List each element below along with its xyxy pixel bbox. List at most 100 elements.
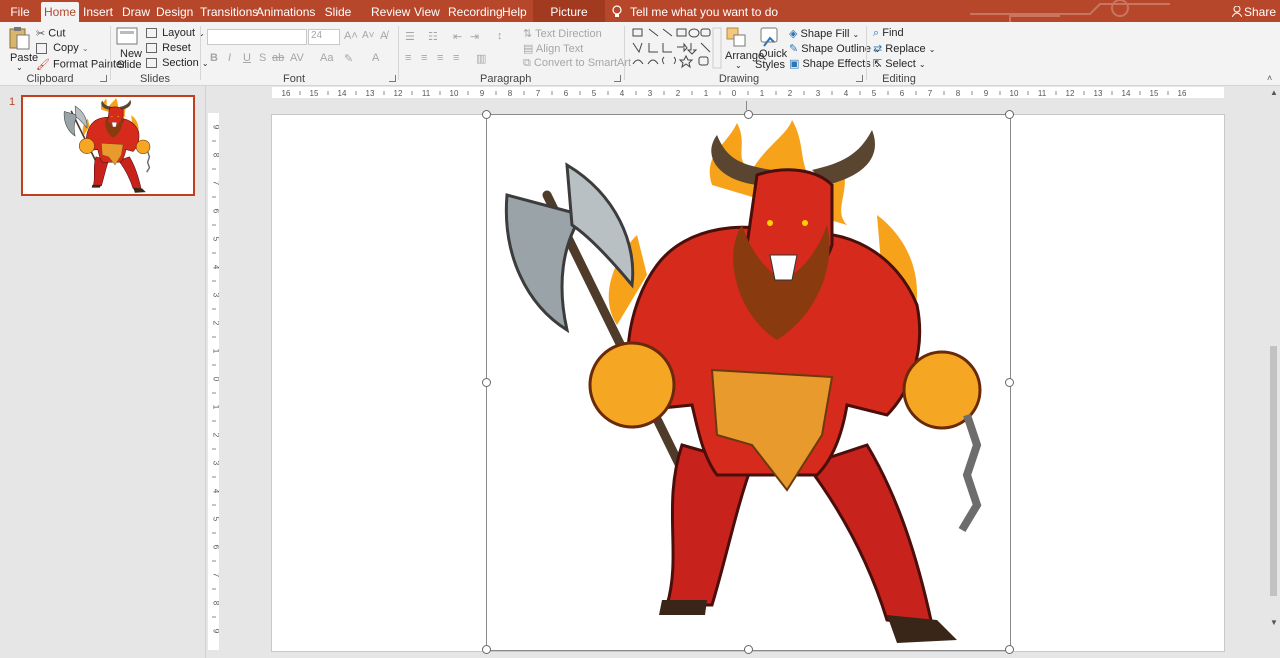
paragraph-group-label: Paragraph	[480, 73, 532, 85]
tab-review[interactable]: Review	[371, 0, 410, 22]
convert-smartart-button[interactable]: ⧉ Convert to SmartArt	[523, 57, 631, 70]
resize-handle-n[interactable]	[744, 110, 753, 119]
resize-handle-w[interactable]	[482, 378, 491, 387]
font-launcher-icon[interactable]	[389, 75, 396, 82]
line-spacing-icon[interactable]: ↕	[497, 30, 503, 42]
selected-picture[interactable]	[486, 114, 1011, 651]
tell-me-search[interactable]: Tell me what you want to do	[630, 0, 778, 22]
select-button[interactable]: ⇱ Select ⌄	[873, 57, 926, 70]
reset-label: Reset	[162, 42, 191, 54]
font-color-icon[interactable]: A	[372, 52, 379, 64]
justify-icon[interactable]: ≡	[453, 52, 459, 64]
tab-design[interactable]: Design	[156, 0, 193, 22]
shadow-button[interactable]: S	[259, 52, 266, 64]
align-text-button[interactable]: ▤ Align Text	[523, 42, 583, 55]
cut-button[interactable]: ✂ Cut	[36, 27, 65, 40]
tab-draw[interactable]: Draw	[122, 0, 150, 22]
font-name-combo[interactable]	[207, 29, 307, 45]
format-painter-label: Format Painter	[53, 58, 126, 71]
h-ruler-label: 4	[620, 89, 625, 98]
tab-help[interactable]: Help	[502, 0, 527, 22]
resize-handle-e[interactable]	[1005, 378, 1014, 387]
paste-button[interactable]: Paste ⌄	[8, 26, 38, 72]
tab-recording[interactable]: Recording	[448, 0, 503, 22]
tab-home[interactable]: Home	[41, 2, 79, 22]
ribbon-separator	[398, 26, 399, 80]
slide-thumbnail-1[interactable]	[21, 95, 195, 196]
align-right-icon[interactable]: ≡	[437, 52, 443, 64]
scrollbar-thumb[interactable]	[1270, 346, 1277, 596]
v-ruler-label: 3	[212, 461, 220, 466]
collapse-ribbon-icon[interactable]: ˄	[1267, 73, 1272, 83]
bold-button[interactable]: B	[210, 52, 218, 64]
columns-icon[interactable]: ▥	[476, 52, 486, 65]
increase-indent-icon[interactable]: ⇥	[470, 30, 479, 43]
h-ruler-label: 2	[676, 89, 681, 98]
tab-insert[interactable]: Insert	[83, 0, 113, 22]
find-button[interactable]: ⌕ Find	[873, 27, 904, 40]
font-size-combo[interactable]: 24	[308, 29, 340, 45]
change-case-icon[interactable]: Aa	[320, 52, 333, 64]
shape-fill-button[interactable]: ◈ Shape Fill ⌄	[789, 27, 859, 40]
share-button[interactable]: Share	[1244, 0, 1276, 22]
reset-button[interactable]: Reset	[146, 42, 191, 54]
replace-icon: ⇄	[873, 43, 883, 55]
v-ruler-label: 4	[212, 489, 220, 494]
shapes-gallery[interactable]	[631, 26, 723, 70]
h-ruler-label: 9	[984, 89, 989, 98]
paragraph-launcher-icon[interactable]	[614, 75, 621, 82]
h-ruler-label: 6	[900, 89, 905, 98]
quick-styles-button[interactable]: Quick Styles	[755, 26, 787, 72]
clear-formatting-icon[interactable]: A̸	[380, 30, 387, 42]
italic-button[interactable]: I	[228, 52, 231, 64]
resize-handle-se[interactable]	[1005, 645, 1014, 654]
resize-handle-ne[interactable]	[1005, 110, 1014, 119]
grow-font-icon[interactable]: A˄	[344, 30, 358, 42]
resize-handle-sw[interactable]	[482, 645, 491, 654]
strikethrough-icon[interactable]: ab	[272, 52, 284, 64]
v-ruler-label: 7	[212, 181, 220, 186]
v-ruler-label: 7	[212, 573, 220, 578]
h-ruler-label: 6	[564, 89, 569, 98]
h-ruler-label: 11	[422, 89, 431, 98]
drawing-group-label: Drawing	[718, 73, 760, 85]
new-slide-button[interactable]: New Slide	[116, 26, 142, 72]
rotate-handle-stem	[746, 101, 747, 110]
text-direction-button[interactable]: ⇅ Text Direction	[523, 27, 602, 40]
paste-dropdown-icon: ⌄	[16, 63, 23, 72]
arrange-button[interactable]: Arrange ⌄	[725, 26, 764, 72]
shrink-font-icon[interactable]: A˅	[362, 30, 375, 41]
h-ruler-label: 3	[648, 89, 653, 98]
scroll-up-icon[interactable]: ▲	[1270, 88, 1278, 97]
clipboard-launcher-icon[interactable]	[100, 75, 107, 82]
tab-animations[interactable]: Animations	[256, 0, 315, 22]
bullets-icon[interactable]: ☰	[405, 30, 415, 43]
tab-view[interactable]: View	[414, 0, 440, 22]
resize-handle-s[interactable]	[744, 645, 753, 654]
section-icon	[146, 58, 157, 69]
resize-handle-nw[interactable]	[482, 110, 491, 119]
shape-outline-button[interactable]: ✎ Shape Outline ⌄	[789, 42, 881, 55]
layout-button[interactable]: Layout ⌄	[146, 27, 205, 39]
align-center-icon[interactable]: ≡	[421, 52, 427, 64]
tab-slide-show[interactable]: Slide Show	[314, 0, 362, 22]
character-spacing-icon[interactable]: AV	[290, 52, 304, 64]
numbering-icon[interactable]: ☷	[428, 30, 438, 43]
vertical-scrollbar[interactable]: ▲ ▼	[1268, 86, 1280, 658]
decrease-indent-icon[interactable]: ⇤	[453, 30, 462, 43]
align-left-icon[interactable]: ≡	[405, 52, 411, 64]
format-painter-button[interactable]: 🖌 Format Painter	[36, 58, 126, 71]
h-ruler-label: 7	[536, 89, 541, 98]
highlight-icon[interactable]: ✎	[344, 52, 353, 65]
drawing-launcher-icon[interactable]	[856, 75, 863, 82]
tab-file[interactable]: File	[6, 0, 34, 22]
scroll-down-icon[interactable]: ▼	[1270, 618, 1278, 627]
paste-icon	[9, 27, 30, 50]
underline-button[interactable]: U	[243, 52, 251, 64]
h-ruler-label: 1	[760, 89, 765, 98]
tab-transitions[interactable]: Transitions	[200, 0, 258, 22]
copy-button[interactable]: Copy ⌄	[36, 42, 89, 54]
arrange-icon	[726, 27, 746, 47]
replace-button[interactable]: ⇄ Replace ⌄	[873, 42, 935, 55]
tab-picture-format[interactable]: Picture Format	[533, 0, 605, 22]
